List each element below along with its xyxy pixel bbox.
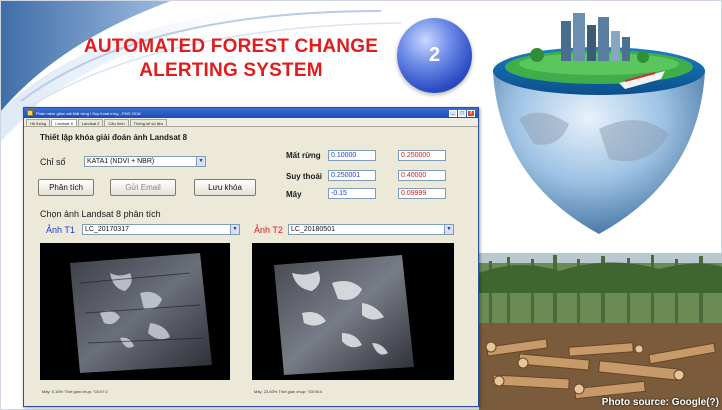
slide-number: 2 [428,44,441,66]
landsat-8-panel: Thiết lập khóa giải đoán ảnh Landsat 8 C… [24,127,478,406]
deforestation-photo: Photo source: Google(?) [479,253,722,410]
save-key-button[interactable]: Lưu khóa [194,179,256,196]
forest-loss-min-field[interactable]: 0.10000 [328,150,376,161]
t2-caption: Mây: 23.83% Thời gian chụp: "03:06:4 [254,389,323,394]
send-email-button[interactable]: Gửi Email [110,179,176,196]
minimize-button[interactable]: _ [449,109,457,117]
degradation-min-field[interactable]: 0.250001 [328,170,376,181]
title-line-1: AUTOMATED FOREST CHANGE [83,36,379,57]
index-select-value: KATA1 (NDVI + NBR) [87,158,155,165]
window-controls: _ □ x [449,109,475,117]
t2-label: Ảnh T2 [254,225,283,235]
t2-satellite-image [252,243,454,380]
t1-image-select[interactable]: LC_20170317 ▼ [82,224,240,235]
tab-config[interactable]: Cấu hình [104,119,129,126]
analyze-button[interactable]: Phân tích [38,179,94,196]
chevron-down-icon[interactable]: ▼ [196,157,205,166]
chevron-down-icon[interactable]: ▼ [230,225,239,234]
close-button[interactable]: x [467,109,475,117]
chevron-down-icon[interactable]: ▼ [444,225,453,234]
tab-system[interactable]: Hệ thống [26,119,51,126]
index-label: Chỉ số [40,157,66,167]
tab-statistics[interactable]: Thống kê số liệu [129,119,167,126]
cloud-max-field[interactable]: 0.09999 [398,188,446,199]
slide: AUTOMATED FOREST CHANGE ALERTING SYSTEM … [0,0,722,410]
t1-satellite-image [40,243,230,380]
slide-title: AUTOMATED FOREST CHANGE ALERTING SYSTEM [41,35,421,83]
t1-image-value: LC_20170317 [85,226,129,233]
degradation-label: Suy thoái [286,172,323,181]
slide-number-badge: 2 [397,18,472,93]
title-line-2: ALERTING SYSTEM [139,60,323,81]
t1-caption: Mây: 0.16% Thời gian chụp: "03:07:2 [42,389,108,394]
photo-credit: Photo source: Google(?) [601,397,719,408]
cloud-min-field[interactable]: -0.15 [328,188,376,199]
forest-loss-label: Mất rừng [286,151,321,160]
threshold-heading: Thiết lập khóa giải đoán ảnh Landsat 8 [40,133,188,142]
logged-forest-image [479,253,722,410]
fms-app-window: Phần mềm giám sát Mất rừng / Suy thoái r… [23,107,479,407]
window-title: Phần mềm giám sát Mất rừng / Suy thoái r… [36,110,141,116]
tab-bar: Hệ thống Landsat 8 Landsat 2 Cấu hình Th… [24,118,478,127]
t2-image-select[interactable]: LC_20180501 ▼ [288,224,454,235]
app-icon [27,110,33,116]
maximize-button[interactable]: □ [458,109,466,117]
t1-label: Ảnh T1 [46,225,75,235]
tab-landsat-2[interactable]: Landsat 2 [77,119,104,126]
globe-city-illustration [493,13,705,234]
tab-landsat-8[interactable]: Landsat 8 [51,119,77,126]
cloud-label: Mây [286,190,302,199]
t2-image-value: LC_20180501 [291,226,335,233]
index-select[interactable]: KATA1 (NDVI + NBR) ▼ [84,156,206,167]
image-section-heading: Chọn ảnh Landsat 8 phân tích [40,209,161,219]
degradation-max-field[interactable]: 0.40000 [398,170,446,181]
forest-loss-max-field[interactable]: 0.250000 [398,150,446,161]
window-titlebar[interactable]: Phần mềm giám sát Mất rừng / Suy thoái r… [24,108,478,118]
